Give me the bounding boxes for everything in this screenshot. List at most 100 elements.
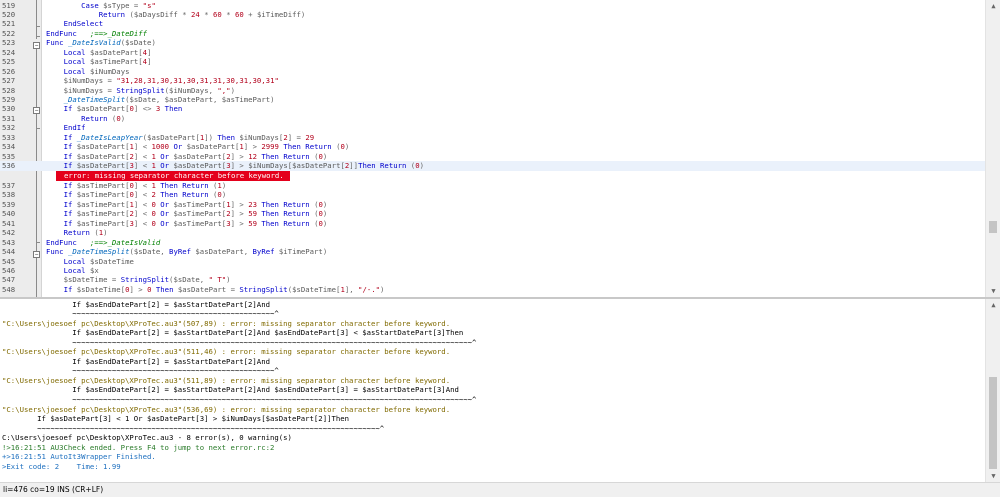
code-token: Return bbox=[98, 9, 130, 19]
output-line: "C:\Users\joesoef pc\Desktop\XProTec.au3… bbox=[2, 347, 451, 357]
code-token: Or bbox=[155, 151, 174, 161]
code-token: Then Return bbox=[256, 151, 315, 161]
code-token: Local bbox=[63, 57, 90, 67]
code-token: If bbox=[63, 161, 77, 171]
editor-vertical-scrollbar[interactable]: ▲ ▼ bbox=[985, 0, 1000, 297]
code-token: ;==>_DateDiff bbox=[89, 28, 148, 38]
output-line: ~~~~~~~~~~~~~~~~~~~~~~~~~~~~~~~~~~~~~~~~… bbox=[2, 309, 279, 319]
code-token: = bbox=[103, 76, 117, 86]
code-token: $asTimePart bbox=[76, 190, 126, 200]
code-token: ) bbox=[322, 151, 328, 161]
code-token: " T" bbox=[208, 275, 227, 285]
code-token: StringSplit bbox=[116, 85, 165, 95]
code-token: $asTimePart bbox=[89, 57, 139, 67]
code-token: ByRef bbox=[252, 247, 279, 257]
code-token: $sDate bbox=[173, 275, 200, 285]
code-token: ] > bbox=[230, 218, 249, 228]
scroll-down-arrow-icon[interactable]: ▼ bbox=[986, 470, 1000, 482]
code-token: $asTimePart bbox=[173, 199, 222, 209]
output-line: +>16:21:51 AutoIt3Wrapper Finished. bbox=[2, 452, 156, 462]
code-token: $asDatePart bbox=[76, 104, 126, 114]
code-token: Local bbox=[63, 256, 90, 266]
code-token: ;==>_DateIsValid bbox=[89, 237, 161, 247]
scroll-thumb[interactable] bbox=[989, 377, 997, 469]
code-token: ] < bbox=[133, 190, 152, 200]
status-bar: li=476 co=19 INS (CR+LF) bbox=[0, 482, 1000, 497]
code-token: = bbox=[103, 85, 117, 95]
code-token: ] > bbox=[230, 199, 249, 209]
code-token: $sDate bbox=[129, 95, 156, 104]
code-token: $asTimePart bbox=[76, 199, 126, 209]
code-token: ] < bbox=[133, 199, 152, 209]
output-line: ~~~~~~~~~~~~~~~~~~~~~~~~~~~~~~~~~~~~~~~~… bbox=[2, 423, 385, 433]
code-token: Return bbox=[63, 228, 95, 238]
output-line: "C:\Users\joesoef pc\Desktop\XProTec.au3… bbox=[2, 375, 451, 385]
code-token: = bbox=[226, 284, 240, 294]
code-token: $iNumDays bbox=[248, 161, 288, 171]
output-line: If $asEndDatePart[2] = $asStartDatePart[… bbox=[2, 328, 464, 338]
code-token: ) bbox=[151, 38, 156, 48]
code-token: , bbox=[199, 275, 209, 285]
code-token: ) bbox=[300, 9, 306, 19]
code-line[interactable]: 536 If $asDatePart[3] < 1 Or $asDatePart… bbox=[0, 161, 985, 172]
code-token: $sDate bbox=[125, 38, 152, 48]
code-token: 60 bbox=[213, 9, 222, 19]
code-token: If bbox=[63, 284, 77, 294]
output-line: "C:\Users\joesoef pc\Desktop\XProTec.au3… bbox=[2, 404, 451, 414]
code-token: "s" bbox=[142, 0, 156, 10]
code-token: Or bbox=[155, 209, 174, 219]
code-token: ]) bbox=[204, 132, 218, 142]
code-token: Then Return bbox=[256, 209, 315, 219]
code-token: If bbox=[63, 218, 77, 228]
code-token: $iNumDays bbox=[63, 76, 104, 86]
code-lines[interactable]: 519 Case $sType = "s" 520 Return ($aDaysD… bbox=[0, 0, 985, 297]
code-token: = bbox=[107, 275, 121, 285]
code-token: $asDatePart bbox=[177, 284, 227, 294]
scroll-down-arrow-icon[interactable]: ▼ bbox=[986, 285, 1000, 297]
code-token: "31,28,31,30,31,30,31,31,30,31,30,31" bbox=[116, 76, 279, 86]
code-token: Return bbox=[81, 113, 112, 123]
code-token: $asTimePart bbox=[76, 209, 126, 219]
code-token: Then Return bbox=[155, 190, 214, 200]
code-token: 24 bbox=[191, 9, 200, 19]
code-token: ) bbox=[322, 199, 328, 209]
output-line: "C:\Users\joesoef pc\Desktop\XProTec.au3… bbox=[2, 318, 451, 328]
code-token: , bbox=[155, 95, 165, 104]
scroll-up-arrow-icon[interactable]: ▲ bbox=[986, 299, 1000, 311]
code-token: $iTimeDiff bbox=[256, 9, 301, 19]
code-text: If $asDatePart[3] < 1 Or $asDatePart[3] … bbox=[46, 161, 424, 171]
code-token: $sDate bbox=[133, 247, 161, 257]
output-vertical-scrollbar[interactable]: ▲ ▼ bbox=[985, 299, 1000, 482]
code-token: ) bbox=[322, 247, 328, 257]
code-token: Then bbox=[160, 104, 183, 114]
code-token: Local bbox=[63, 265, 90, 275]
code-token: * bbox=[177, 9, 192, 19]
code-token: , bbox=[212, 95, 222, 104]
output-pane[interactable]: If $asEndDatePart[2] = $asStartDatePart[… bbox=[0, 299, 1000, 482]
code-token: _DateIsLeapYear bbox=[76, 132, 143, 142]
code-token: , bbox=[243, 247, 253, 257]
code-token: $asTimePart bbox=[173, 209, 222, 219]
scroll-up-arrow-icon[interactable]: ▲ bbox=[986, 0, 1000, 12]
code-token: $sDateTime bbox=[292, 284, 337, 294]
line-number: 548 bbox=[2, 284, 16, 294]
scroll-thumb[interactable] bbox=[989, 221, 997, 233]
code-token: Local bbox=[63, 66, 90, 76]
code-editor[interactable]: − − − 519 Case $sType = "s" 520 Return ($aD… bbox=[0, 0, 1000, 297]
code-token: $asDatePart bbox=[173, 161, 222, 171]
code-token: 59 bbox=[248, 209, 257, 219]
code-token: $asDatePart bbox=[186, 142, 235, 152]
code-token: ] < bbox=[133, 218, 152, 228]
code-token: EndIf bbox=[63, 123, 86, 133]
code-token: $asDatePart bbox=[292, 161, 341, 171]
code-token: 12 bbox=[248, 151, 257, 161]
output-line: !>16:21:51 AU3Check ended. Press F4 to j… bbox=[2, 442, 275, 452]
code-token: ] <> bbox=[133, 104, 156, 114]
code-token: $asDatePart bbox=[76, 161, 126, 171]
code-token: ) bbox=[344, 142, 350, 152]
